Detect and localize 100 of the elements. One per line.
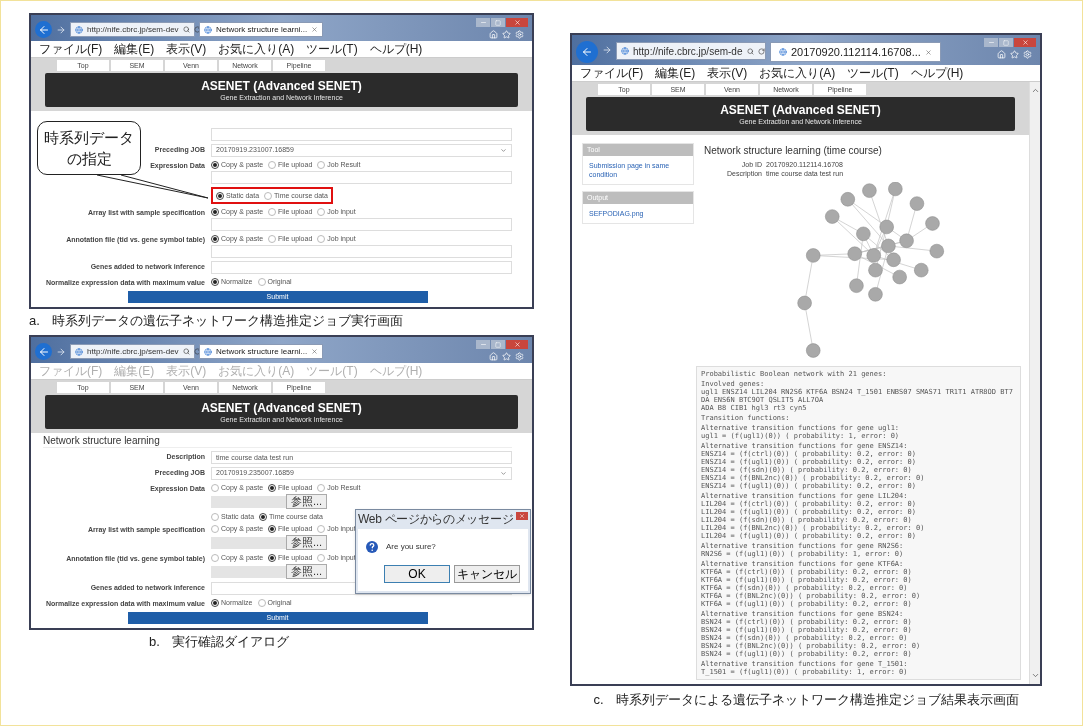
menu-item[interactable]: お気に入り(A) bbox=[759, 65, 836, 81]
settings-icon[interactable] bbox=[515, 352, 524, 361]
home-icon[interactable] bbox=[489, 30, 498, 39]
radio-button[interactable] bbox=[257, 277, 266, 286]
maximize-button[interactable] bbox=[491, 18, 505, 27]
minimize-button[interactable] bbox=[476, 18, 490, 27]
page-icon bbox=[75, 347, 83, 356]
close-icon[interactable] bbox=[311, 348, 319, 355]
browser-tab[interactable]: 20170920.112114.16708... bbox=[770, 42, 941, 62]
close-button[interactable] bbox=[1014, 38, 1036, 47]
menu-item[interactable]: ツール(T) bbox=[306, 41, 358, 57]
browse-button[interactable]: 参照... bbox=[286, 564, 328, 579]
radio-button[interactable] bbox=[317, 553, 326, 562]
graph-node bbox=[892, 269, 907, 285]
radio-button[interactable] bbox=[211, 512, 219, 521]
radio-button[interactable] bbox=[268, 524, 277, 533]
radio-button[interactable] bbox=[211, 524, 219, 533]
forward-icon[interactable] bbox=[56, 347, 66, 357]
star-icon[interactable] bbox=[1010, 50, 1019, 59]
dialog-button[interactable]: OK bbox=[384, 565, 450, 583]
refresh-icon[interactable] bbox=[757, 47, 765, 55]
page-icon bbox=[779, 48, 787, 56]
menu-item[interactable]: ツール(T) bbox=[847, 65, 899, 81]
close-button[interactable] bbox=[516, 512, 528, 520]
radio-button[interactable] bbox=[264, 191, 273, 200]
menu-item[interactable]: 編集(E) bbox=[655, 65, 696, 81]
radio-button[interactable] bbox=[268, 207, 277, 216]
search-icon[interactable] bbox=[746, 47, 754, 55]
file-path-field[interactable] bbox=[211, 536, 286, 549]
browser-tab[interactable]: Network structure learni... bbox=[199, 22, 324, 37]
menu-item[interactable]: 表示(V) bbox=[166, 41, 207, 57]
maximize-button[interactable] bbox=[491, 340, 505, 349]
radio-button[interactable] bbox=[211, 277, 219, 286]
page-icon bbox=[75, 25, 83, 34]
refresh-icon[interactable] bbox=[193, 26, 201, 33]
radio-button[interactable] bbox=[257, 598, 266, 607]
dialog-button[interactable]: キャンセル bbox=[454, 565, 520, 583]
minimize-button[interactable] bbox=[984, 38, 998, 47]
settings-icon[interactable] bbox=[515, 30, 524, 39]
refresh-icon[interactable] bbox=[193, 348, 201, 355]
file-path-field[interactable] bbox=[211, 495, 286, 508]
address-field[interactable]: http://nife.cbrc.jp/sem-de bbox=[616, 42, 766, 60]
back-button[interactable] bbox=[35, 343, 52, 360]
browse-button[interactable]: 参照... bbox=[286, 494, 328, 509]
close-button[interactable] bbox=[506, 18, 528, 27]
menu-item[interactable]: ヘルプ(H) bbox=[910, 65, 964, 81]
home-icon[interactable] bbox=[489, 352, 498, 361]
back-button[interactable] bbox=[576, 41, 598, 63]
star-icon[interactable] bbox=[502, 30, 511, 39]
radio-button[interactable] bbox=[211, 234, 219, 243]
radio-button[interactable] bbox=[211, 553, 219, 562]
browse-button[interactable]: 参照... bbox=[286, 535, 328, 550]
menu-item[interactable]: ファイル(F) bbox=[39, 41, 103, 57]
radio-button[interactable] bbox=[317, 483, 326, 492]
radio-button[interactable] bbox=[317, 207, 326, 216]
star-icon[interactable] bbox=[502, 352, 511, 361]
radio-button[interactable] bbox=[211, 207, 219, 216]
file-path-field[interactable] bbox=[211, 565, 286, 578]
radio-button[interactable] bbox=[211, 160, 219, 169]
menu-item[interactable]: 編集(E) bbox=[114, 41, 155, 57]
close-button[interactable] bbox=[506, 340, 528, 349]
menu-item[interactable]: お気に入り(A) bbox=[218, 41, 295, 57]
back-button[interactable] bbox=[35, 21, 52, 38]
radio-button[interactable] bbox=[317, 524, 326, 533]
close-icon[interactable] bbox=[311, 26, 319, 33]
callout-text: 時系列データの指定 bbox=[43, 128, 135, 169]
radio-button[interactable] bbox=[268, 483, 277, 492]
text-field[interactable] bbox=[211, 261, 512, 274]
maximize-button[interactable] bbox=[999, 38, 1013, 47]
radio-button[interactable] bbox=[216, 191, 224, 200]
radio-button[interactable] bbox=[268, 234, 277, 243]
menu-item[interactable]: ヘルプ(H) bbox=[369, 41, 423, 57]
forward-icon[interactable] bbox=[56, 25, 66, 35]
scrollbar[interactable] bbox=[1029, 82, 1040, 684]
settings-icon[interactable] bbox=[1023, 50, 1032, 59]
url-text: http://nife.cbrc.jp/sem-dev bbox=[87, 345, 179, 358]
chevron-down-icon[interactable] bbox=[1030, 671, 1040, 680]
caption-letter: b. bbox=[149, 634, 160, 650]
radio-button[interactable] bbox=[317, 234, 326, 243]
minimize-button[interactable] bbox=[476, 340, 490, 349]
tab-title: Network structure learni... bbox=[216, 345, 308, 358]
radio-button[interactable] bbox=[268, 553, 277, 562]
radio-button[interactable] bbox=[259, 512, 268, 521]
search-icon[interactable] bbox=[182, 348, 190, 355]
url-text: http://nife.cbrc.jp/sem-de bbox=[633, 44, 743, 59]
search-icon[interactable] bbox=[182, 26, 190, 33]
menu-item[interactable]: 表示(V) bbox=[707, 65, 748, 81]
radio-button[interactable] bbox=[211, 598, 219, 607]
radio-button[interactable] bbox=[317, 160, 326, 169]
chevron-up-icon[interactable] bbox=[1030, 86, 1040, 95]
home-icon[interactable] bbox=[997, 50, 1006, 59]
close-icon[interactable] bbox=[924, 48, 932, 56]
radio-button[interactable] bbox=[211, 483, 219, 492]
figure-caption: 時系列データの遺伝子ネットワーク構造推定ジョブ実行画面 bbox=[51, 313, 403, 329]
graph-node bbox=[848, 278, 864, 293]
forward-icon[interactable] bbox=[602, 45, 612, 55]
menu-item[interactable]: ファイル(F) bbox=[580, 65, 644, 81]
browser-tab[interactable]: Network structure learni... bbox=[199, 344, 324, 359]
radio-button[interactable] bbox=[268, 160, 277, 169]
text-field[interactable] bbox=[211, 128, 512, 141]
